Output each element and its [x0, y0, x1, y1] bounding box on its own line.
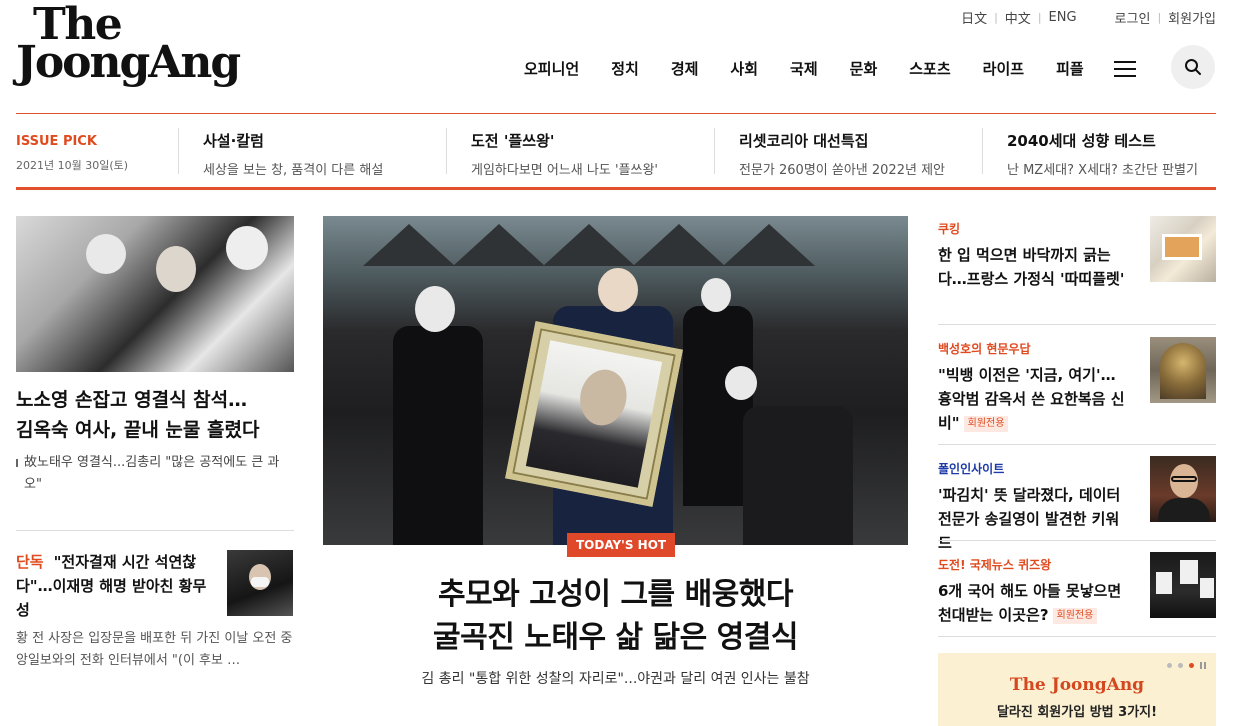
members-only-badge: 회원전용 [963, 415, 1009, 432]
issue-pick-header: ISSUE PICK 2021년 10월 30일(토) [16, 134, 128, 173]
nav-sports[interactable]: 스포츠 [909, 58, 950, 79]
issue-item-challenge[interactable]: 도전 '플쓰왕' 게임하다보면 어느새 나도 '플쓰왕' [446, 128, 658, 178]
left-lead-photo[interactable] [16, 216, 294, 372]
carousel-dot[interactable] [1178, 663, 1183, 668]
search-icon [1185, 59, 1201, 75]
issue-title: 사설·칼럼 [203, 132, 264, 150]
signup-link[interactable]: 회원가입 [1168, 8, 1216, 27]
main-lead-photo[interactable] [323, 216, 908, 545]
issue-item-editorial[interactable]: 사설·칼럼 세상을 보는 창, 품격이 다른 해설 [178, 128, 383, 178]
article-title: "빅뱅 이전은 '지금, 여기'… 흉악범 감옥서 쓴 요한복음 신비" 회원전용 [938, 363, 1133, 435]
divider [938, 540, 1216, 541]
quiz-thumbnail[interactable] [1150, 552, 1216, 618]
issue-pick-label: ISSUE PICK [16, 134, 97, 149]
issue-title: 2040세대 성향 테스트 [1007, 132, 1156, 150]
nav-society[interactable]: 사회 [730, 58, 758, 79]
promo-text: 달라진 회원가입 방법 3가지! [996, 705, 1158, 720]
cooking-thumbnail[interactable] [1150, 216, 1216, 282]
main-nav: 오피니언 정치 경제 사회 국제 문화 스포츠 라이프 피플 [524, 58, 1162, 79]
issue-date: 2021년 10월 30일(토) [16, 159, 129, 172]
issue-subtitle: 전문가 260명이 쏟아낸 2022년 제안 [739, 163, 945, 178]
memorial-portrait [505, 321, 683, 507]
article-title: 6개 국어 해도 아들 못낳으면 천대받는 이곳은? 회원전용 [938, 579, 1133, 627]
headline-line: 굴곡진 노태우 삶 닮은 영결식 [433, 620, 798, 655]
nav-international[interactable]: 국제 [790, 58, 818, 79]
issue-subtitle: 게임하다보면 어느새 나도 '플쓰왕' [471, 163, 658, 178]
nav-life[interactable]: 라이프 [983, 58, 1024, 79]
issue-pick-bar: ISSUE PICK 2021년 10월 30일(토) 사설·칼럼 세상을 보는… [16, 114, 1216, 187]
lang-japanese-link[interactable]: 日文 [961, 8, 987, 27]
divider: | [1157, 11, 1162, 24]
promo-brand: The JoongAng [1009, 675, 1145, 695]
login-link[interactable]: 로그인 [1115, 8, 1151, 27]
divider [938, 324, 1216, 325]
divider [938, 444, 1216, 445]
pause-icon[interactable] [1200, 662, 1206, 669]
lang-english-link[interactable]: ENG [1049, 10, 1077, 25]
exclusive-summary[interactable]: 황 전 사장은 입장문을 배포한 뒤 가진 이날 오전 중앙일보와의 전화 인터… [16, 628, 296, 672]
search-button[interactable] [1171, 45, 1215, 89]
issue-subtitle: 세상을 보는 창, 품격이 다른 해설 [203, 163, 384, 178]
nav-people[interactable]: 피플 [1056, 58, 1084, 79]
nav-opinion[interactable]: 오피니언 [524, 58, 579, 79]
exclusive-thumbnail[interactable] [227, 550, 293, 616]
article-title: '파김치' 뜻 달라졌다, 데이터 전문가 송길영이 발견한 키워드 [938, 486, 1121, 552]
exclusive-headline[interactable]: 단독 "전자결재 시간 석연찮다"…이재명 해명 받아친 황무성 [16, 550, 216, 622]
nav-politics[interactable]: 정치 [611, 58, 639, 79]
headline-line: 추모와 고성이 그를 배웅했다 [437, 577, 794, 612]
issue-item-reset-korea[interactable]: 리셋코리아 대선특집 전문가 260명이 쏟아낸 2022년 제안 [714, 128, 945, 178]
carousel-dot-active[interactable] [1189, 663, 1194, 668]
main-subheadline[interactable]: 김 총리 "통합 위한 성찰의 자리로"...야권과 달리 여권 인사는 불참 [323, 668, 908, 688]
left-lead-headline[interactable]: 노소영 손잡고 영결식 참석… 김옥숙 여사, 끝내 눈물 흘렸다 [16, 385, 294, 445]
carousel-indicator [1167, 662, 1206, 669]
utility-nav: 日文 | 中文 | ENG 로그인 | 회원가입 [961, 8, 1216, 27]
signup-promo-banner[interactable]: The JoongAng 달라진 회원가입 방법 3가지! [938, 653, 1216, 726]
divider [938, 636, 1216, 637]
left-related-link[interactable]: 故노태우 영결식...김총리 "많은 공적에도 큰 과오" [16, 452, 294, 496]
divider: | [1037, 11, 1042, 24]
main-headline[interactable]: 추모와 고성이 그를 배웅했다 굴곡진 노태우 삶 닮은 영결식 [323, 573, 908, 659]
issue-title: 리셋코리아 대선특집 [739, 132, 869, 150]
headline-line: 김옥숙 여사, 끝내 눈물 흘렸다 [16, 419, 260, 441]
divider [16, 530, 294, 531]
issue-subtitle: 난 MZ세대? X세대? 초간단 판별기 [1007, 163, 1198, 178]
hamburger-icon[interactable] [1113, 60, 1136, 77]
exclusive-title: "전자결재 시간 석연찮다"…이재명 해명 받아친 황무성 [16, 553, 207, 619]
members-only-badge: 회원전용 [1052, 607, 1098, 624]
carousel-dot[interactable] [1167, 663, 1172, 668]
issue-title: 도전 '플쓰왕' [471, 132, 555, 150]
nav-culture[interactable]: 문화 [850, 58, 878, 79]
logo-line2: JoongAng [16, 37, 241, 88]
site-logo[interactable]: The JoongAng [16, 3, 241, 88]
religion-thumbnail[interactable] [1150, 337, 1216, 403]
issue-item-generation-test[interactable]: 2040세대 성향 테스트 난 MZ세대? X세대? 초간단 판별기 [982, 128, 1198, 178]
nav-economy[interactable]: 경제 [671, 58, 699, 79]
issue-bar-divider [16, 187, 1216, 190]
todays-hot-badge: TODAY'S HOT [567, 533, 676, 557]
divider: | [994, 11, 998, 24]
exclusive-tag: 단독 [16, 553, 44, 571]
folin-thumbnail[interactable] [1150, 456, 1216, 522]
article-title: 한 입 먹으면 바닥까지 긁는다…프랑스 가정식 '따띠플렛' [938, 246, 1125, 288]
lang-chinese-link[interactable]: 中文 [1005, 8, 1031, 27]
headline-line: 노소영 손잡고 영결식 참석… [16, 389, 248, 411]
